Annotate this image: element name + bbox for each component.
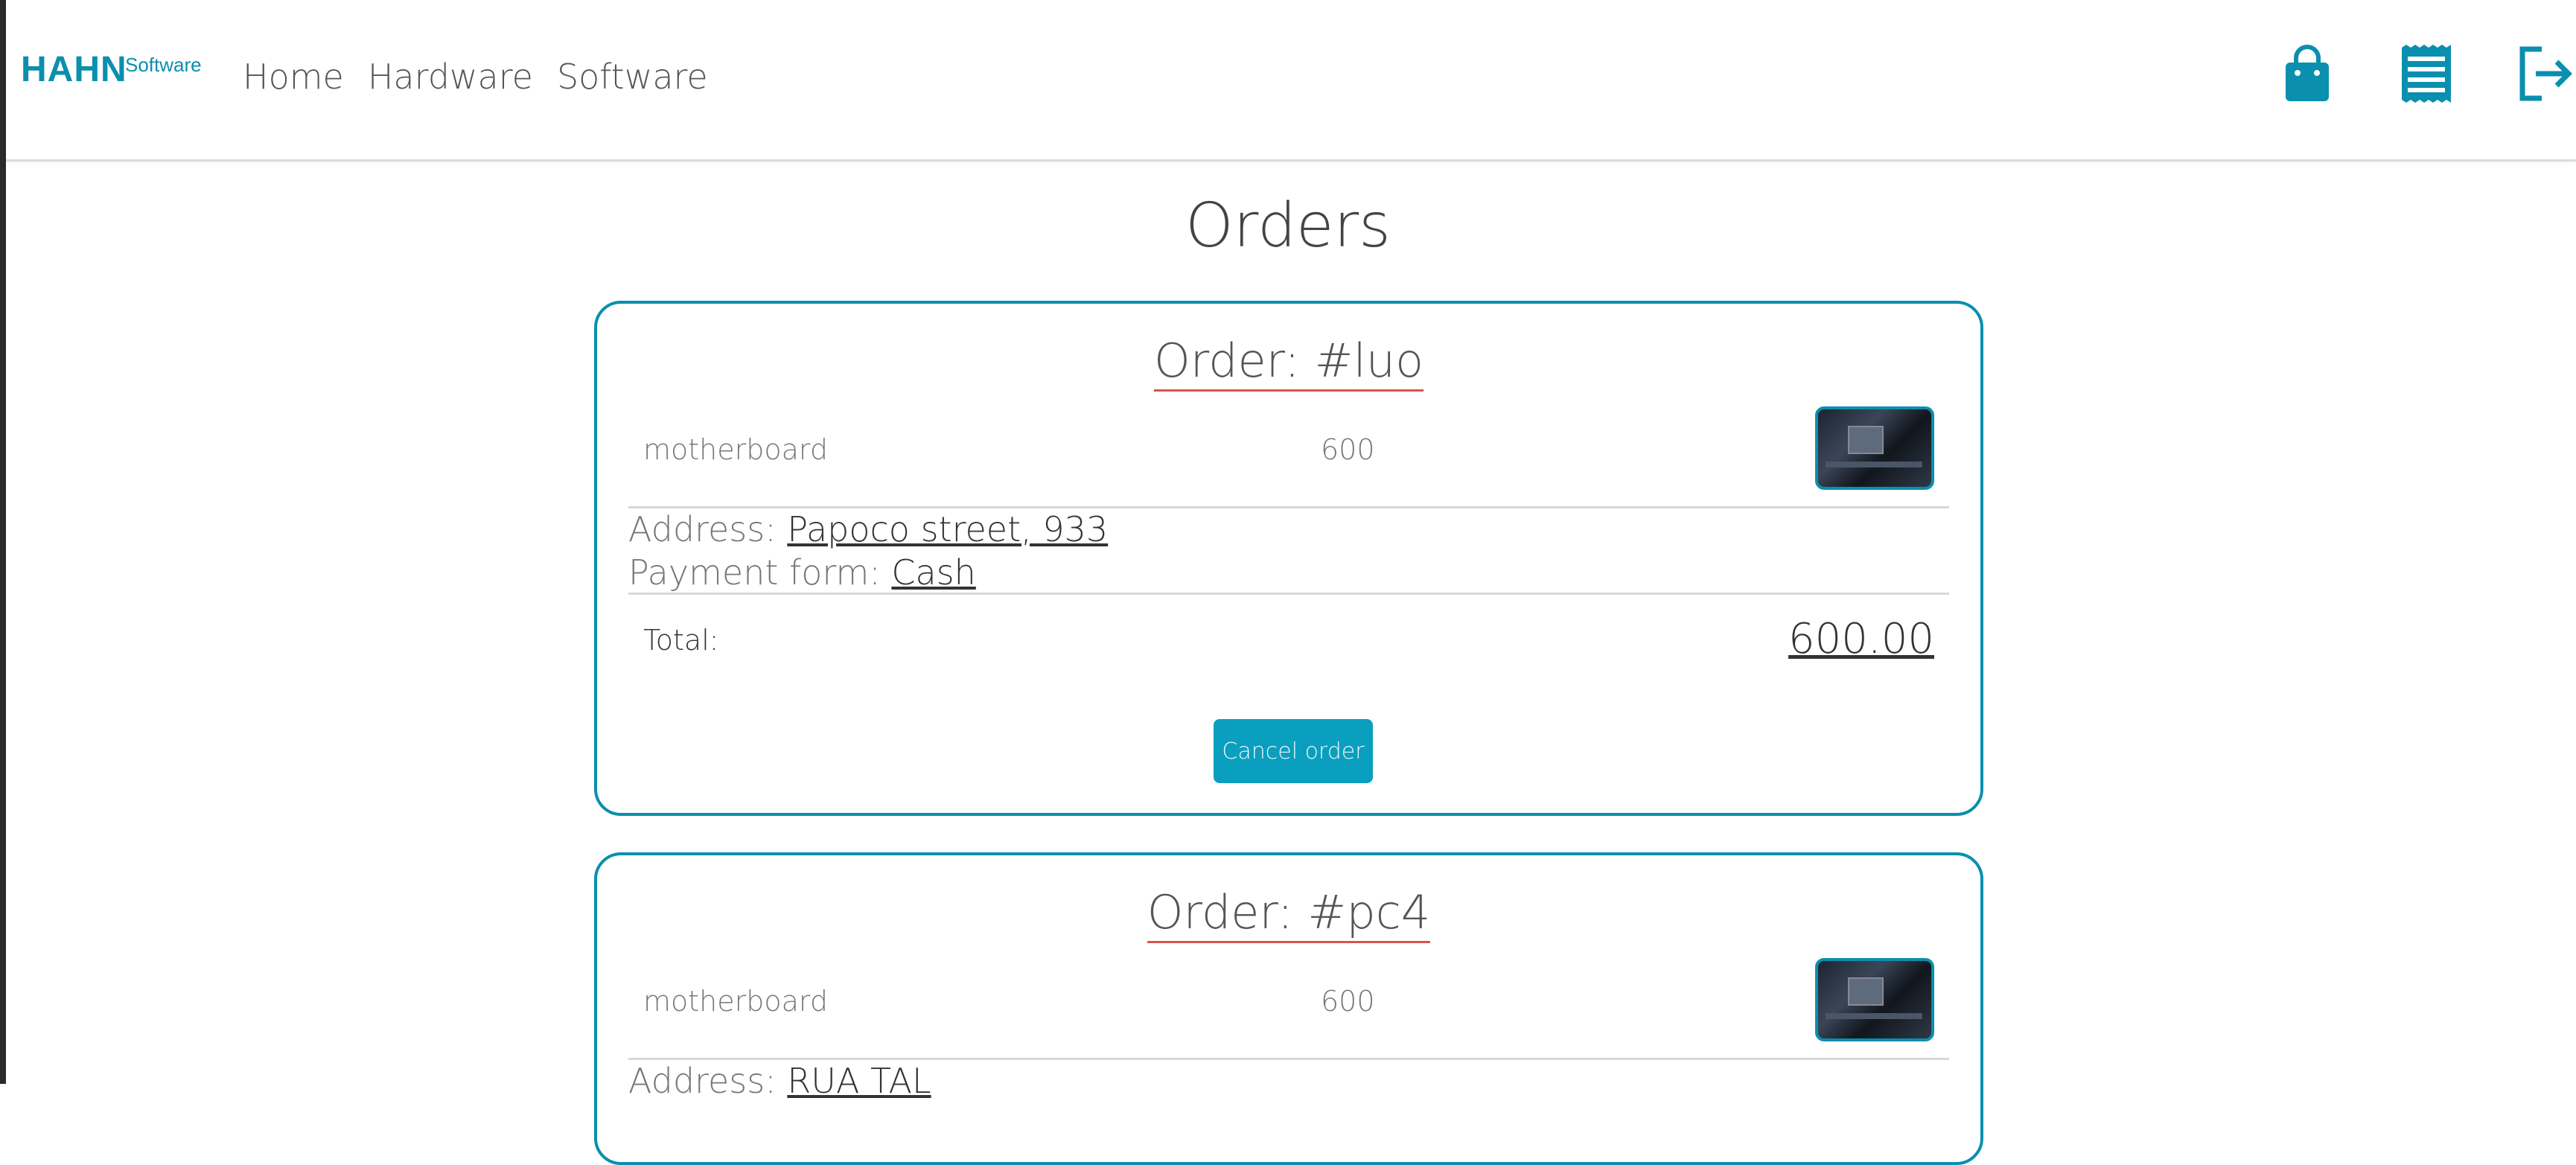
address-value: RUA TAL (787, 1061, 931, 1101)
order-item-row: motherboard 600 (628, 958, 1949, 1041)
total-label: Total: (643, 624, 719, 657)
logout-button[interactable] (2515, 43, 2576, 104)
payment-label: Payment form: (628, 552, 892, 593)
header-actions (2219, 43, 2576, 104)
logout-icon (2519, 46, 2572, 101)
address-line: Address: Papoco street, 933 (628, 509, 1108, 549)
divider (628, 1058, 1949, 1060)
order-card: Order: #pc4 motherboard 600 Address: RUA… (594, 852, 1983, 1165)
item-thumbnail (1815, 406, 1934, 490)
brand-logo[interactable]: HAHN Software (21, 49, 202, 94)
total-value: 600.00 (1788, 615, 1934, 663)
nav-software[interactable]: Software (557, 57, 708, 97)
order-card: Order: #luo motherboard 600 Address: Pap… (594, 301, 1983, 816)
cart-button[interactable] (2277, 43, 2338, 104)
window-edge (0, 0, 6, 1084)
divider (628, 593, 1949, 595)
nav-home[interactable]: Home (243, 57, 344, 97)
orders-button[interactable] (2396, 43, 2457, 104)
order-item-row: motherboard 600 (628, 406, 1949, 490)
shopping-bag-icon (2286, 45, 2329, 101)
payment-value: Cash (891, 552, 976, 593)
item-price: 600 (1321, 433, 1375, 466)
address-label: Address: (628, 509, 788, 549)
item-name: motherboard (643, 985, 828, 1018)
cancel-order-button[interactable]: Cancel order (1214, 719, 1373, 783)
logo-superscript: Software (125, 54, 202, 76)
nav-hardware[interactable]: Hardware (368, 57, 533, 97)
top-navbar: HAHN Software Home Hardware Software (6, 0, 2576, 162)
item-name: motherboard (643, 433, 828, 466)
receipt-icon (2402, 45, 2451, 103)
main-nav: Home Hardware Software (243, 57, 708, 97)
divider (628, 506, 1949, 508)
order-title: Order: #luo (597, 333, 1980, 392)
order-title: Order: #pc4 (597, 885, 1980, 943)
page-title: Orders (1185, 191, 1391, 261)
payment-line: Payment form: Cash (628, 552, 976, 593)
item-price: 600 (1321, 985, 1375, 1018)
address-value: Papoco street, 933 (787, 509, 1109, 549)
logo-text: HAHN (21, 50, 127, 89)
address-label: Address: (628, 1061, 788, 1101)
item-thumbnail (1815, 958, 1934, 1041)
address-line: Address: RUA TAL (628, 1061, 931, 1101)
